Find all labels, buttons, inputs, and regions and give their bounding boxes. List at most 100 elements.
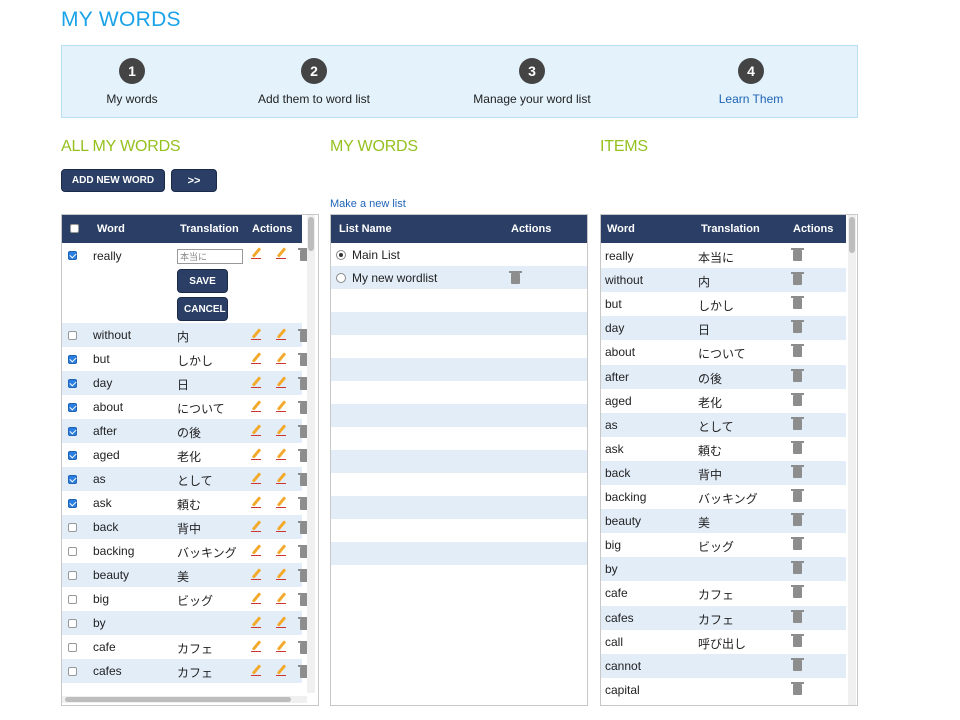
pencil-icon[interactable] bbox=[275, 544, 287, 556]
pencil-icon[interactable] bbox=[250, 247, 262, 259]
pencil-icon[interactable] bbox=[250, 544, 262, 556]
pencil-icon[interactable] bbox=[250, 520, 262, 532]
trash-icon[interactable] bbox=[791, 296, 804, 310]
horizontal-scrollbar[interactable] bbox=[62, 696, 307, 703]
trash-icon[interactable] bbox=[791, 344, 804, 358]
step-number: 2 bbox=[301, 58, 327, 84]
trash-icon[interactable] bbox=[791, 657, 804, 671]
pencil-icon[interactable] bbox=[250, 640, 262, 652]
pencil-icon[interactable] bbox=[275, 328, 287, 340]
pencil-icon[interactable] bbox=[275, 592, 287, 604]
trash-icon[interactable] bbox=[791, 464, 804, 478]
table-row: by bbox=[62, 611, 311, 635]
table-row: back 背中 bbox=[601, 460, 846, 485]
trash-icon[interactable] bbox=[791, 585, 804, 599]
list-item[interactable]: My new wordlist bbox=[331, 266, 587, 289]
pencil-icon[interactable] bbox=[275, 472, 287, 484]
select-all-checkbox[interactable] bbox=[70, 224, 79, 233]
pencil-icon[interactable] bbox=[250, 448, 262, 460]
row-checkbox[interactable] bbox=[68, 427, 77, 436]
pencil-icon[interactable] bbox=[250, 400, 262, 412]
pencil-icon[interactable] bbox=[275, 616, 287, 628]
scroll-thumb[interactable] bbox=[849, 217, 855, 253]
translation-cell: 美 bbox=[698, 516, 711, 531]
list-radio[interactable] bbox=[336, 273, 346, 283]
trash-icon[interactable] bbox=[791, 368, 804, 382]
pencil-icon[interactable] bbox=[250, 376, 262, 388]
pencil-icon[interactable] bbox=[250, 424, 262, 436]
forward-button[interactable]: >> bbox=[171, 169, 217, 192]
trash-icon[interactable] bbox=[791, 272, 804, 286]
list-item[interactable]: Main List bbox=[331, 243, 587, 266]
row-checkbox[interactable] bbox=[68, 331, 77, 340]
cancel-button[interactable]: CANCEL bbox=[177, 297, 228, 321]
row-checkbox[interactable] bbox=[68, 475, 77, 484]
row-checkbox[interactable] bbox=[68, 355, 77, 364]
pencil-icon[interactable] bbox=[250, 592, 262, 604]
row-checkbox[interactable] bbox=[68, 523, 77, 532]
pencil-icon[interactable] bbox=[250, 328, 262, 340]
row-checkbox[interactable] bbox=[68, 379, 77, 388]
translation-cell: バッキング bbox=[698, 492, 758, 506]
row-checkbox[interactable] bbox=[68, 403, 77, 412]
pencil-icon[interactable] bbox=[275, 496, 287, 508]
add-new-word-button[interactable]: ADD NEW WORD bbox=[61, 169, 165, 192]
vertical-scrollbar[interactable] bbox=[307, 215, 315, 693]
row-checkbox[interactable] bbox=[68, 499, 77, 508]
scroll-thumb[interactable] bbox=[65, 697, 291, 702]
row-checkbox[interactable] bbox=[68, 595, 77, 604]
table-row: day 日 bbox=[601, 316, 846, 341]
trash-icon[interactable] bbox=[791, 633, 804, 647]
step-4[interactable]: 4 Learn Them bbox=[661, 58, 841, 106]
word-cell: beauty bbox=[93, 568, 130, 582]
list-radio[interactable] bbox=[336, 250, 346, 260]
pencil-icon[interactable] bbox=[275, 520, 287, 532]
pencil-icon[interactable] bbox=[250, 352, 262, 364]
row-checkbox[interactable] bbox=[68, 619, 77, 628]
empty-row bbox=[331, 450, 587, 473]
pencil-icon[interactable] bbox=[275, 400, 287, 412]
pencil-icon[interactable] bbox=[275, 352, 287, 364]
pencil-icon[interactable] bbox=[250, 664, 262, 676]
pencil-icon[interactable] bbox=[275, 664, 287, 676]
learn-them-link[interactable]: Learn Them bbox=[661, 92, 841, 106]
trash-icon[interactable] bbox=[791, 440, 804, 454]
save-button[interactable]: SAVE bbox=[177, 269, 228, 293]
row-checkbox[interactable] bbox=[68, 547, 77, 556]
trash-icon[interactable] bbox=[791, 320, 804, 334]
pencil-icon[interactable] bbox=[275, 448, 287, 460]
row-checkbox[interactable] bbox=[68, 643, 77, 652]
trash-icon[interactable] bbox=[791, 489, 804, 502]
pencil-icon[interactable] bbox=[250, 616, 262, 628]
trash-icon[interactable] bbox=[791, 416, 804, 430]
make-new-list-link[interactable]: Make a new list bbox=[330, 198, 406, 210]
pencil-icon[interactable] bbox=[275, 424, 287, 436]
translation-edit-input[interactable] bbox=[177, 249, 243, 264]
pencil-icon[interactable] bbox=[275, 640, 287, 652]
pencil-icon[interactable] bbox=[275, 376, 287, 388]
row-checkbox[interactable] bbox=[68, 571, 77, 580]
trash-icon[interactable] bbox=[791, 513, 804, 527]
row-checkbox[interactable] bbox=[68, 667, 77, 676]
pencil-icon[interactable] bbox=[275, 568, 287, 580]
step-number: 1 bbox=[119, 58, 145, 84]
trash-icon[interactable] bbox=[509, 271, 522, 284]
scroll-thumb[interactable] bbox=[308, 217, 314, 251]
trash-icon[interactable] bbox=[791, 537, 804, 551]
trash-icon[interactable] bbox=[791, 248, 804, 261]
pencil-icon[interactable] bbox=[250, 472, 262, 484]
pencil-icon[interactable] bbox=[250, 568, 262, 580]
translation-cell: カフェ bbox=[698, 612, 735, 627]
vertical-scrollbar[interactable] bbox=[848, 215, 856, 705]
trash-icon[interactable] bbox=[791, 609, 804, 623]
word-cell: cafe bbox=[605, 586, 628, 601]
pencil-icon[interactable] bbox=[275, 247, 287, 259]
empty-row bbox=[331, 404, 587, 427]
trash-icon[interactable] bbox=[791, 681, 804, 695]
row-checkbox[interactable] bbox=[68, 251, 77, 260]
translation-cell: 内 bbox=[177, 330, 190, 344]
trash-icon[interactable] bbox=[791, 561, 804, 575]
row-checkbox[interactable] bbox=[68, 451, 77, 460]
pencil-icon[interactable] bbox=[250, 496, 262, 508]
trash-icon[interactable] bbox=[791, 392, 804, 406]
